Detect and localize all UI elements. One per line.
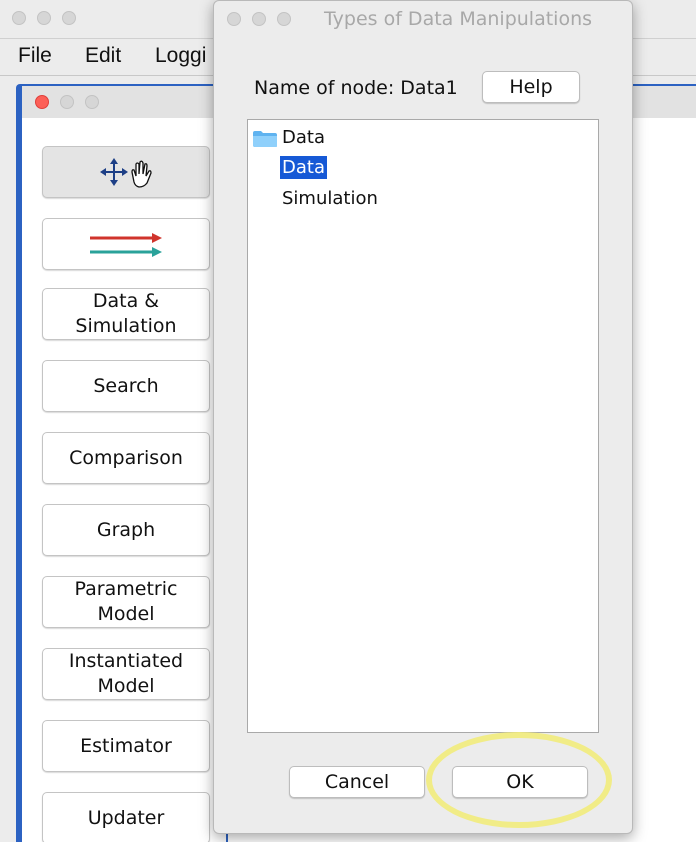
parametric-model-button[interactable]: Parametric Model <box>42 576 210 628</box>
highlight-annotation <box>426 732 612 828</box>
button-label-line: Model <box>97 603 155 625</box>
manipulation-tree: Data Data Simulation <box>247 119 599 733</box>
graph-button[interactable]: Graph <box>42 504 210 556</box>
search-button[interactable]: Search <box>42 360 210 412</box>
tree-root-data[interactable]: Data <box>282 127 325 148</box>
button-label: Estimator <box>80 734 172 757</box>
data-simulation-button[interactable]: Data & Simulation <box>42 288 210 340</box>
node-name-label: Name of node: Data1 <box>254 77 458 99</box>
minimize-icon[interactable] <box>60 95 74 109</box>
close-icon[interactable] <box>35 95 49 109</box>
menu-file[interactable]: File <box>18 44 52 68</box>
zoom-icon[interactable] <box>85 95 99 109</box>
screen: File Edit Loggi Data & Simulation Search… <box>0 0 696 842</box>
instantiated-model-button[interactable]: Instantiated Model <box>42 648 210 700</box>
folder-icon <box>253 131 277 147</box>
dialog-titlebar: Types of Data Manipulations <box>214 1 632 39</box>
edge-tool-button[interactable] <box>42 218 210 270</box>
button-label: Graph <box>96 518 156 541</box>
minimize-icon[interactable] <box>252 12 266 26</box>
main-window-controls <box>12 11 76 25</box>
button-label-line: Simulation <box>75 315 177 337</box>
close-icon[interactable] <box>227 12 241 26</box>
dialog-title: Types of Data Manipulations <box>324 8 593 30</box>
zoom-icon[interactable] <box>62 11 76 25</box>
move-hand-icon <box>100 158 152 188</box>
help-button-label: Help <box>509 76 553 98</box>
data-manipulations-dialog: Types of Data Manipulations Name of node… <box>213 0 633 834</box>
menu-logging[interactable]: Loggi <box>155 44 206 68</box>
tree-item-simulation[interactable]: Simulation <box>282 188 378 209</box>
move-tool-button[interactable] <box>42 146 210 198</box>
button-label: Comparison <box>69 446 183 469</box>
button-label: Search <box>93 374 159 397</box>
help-button[interactable]: Help <box>482 71 580 103</box>
cancel-button-label: Cancel <box>324 771 390 793</box>
estimator-button[interactable]: Estimator <box>42 720 210 772</box>
zoom-icon[interactable] <box>277 12 291 26</box>
inner-window-controls <box>35 95 99 109</box>
minimize-icon[interactable] <box>37 11 51 25</box>
button-label: Updater <box>87 806 165 829</box>
cancel-button[interactable]: Cancel <box>289 766 425 798</box>
directed-edges-icon <box>90 233 162 257</box>
comparison-button[interactable]: Comparison <box>42 432 210 484</box>
tree-item-data[interactable]: Data <box>280 156 327 179</box>
menu-edit[interactable]: Edit <box>85 44 121 68</box>
dialog-window-controls <box>227 12 291 26</box>
button-label-line: Data & <box>92 290 160 312</box>
button-label-line: Model <box>97 675 155 697</box>
button-label-line: Parametric <box>74 578 178 600</box>
updater-button[interactable]: Updater <box>42 792 210 842</box>
button-label-line: Instantiated <box>68 650 184 672</box>
close-icon[interactable] <box>12 11 26 25</box>
